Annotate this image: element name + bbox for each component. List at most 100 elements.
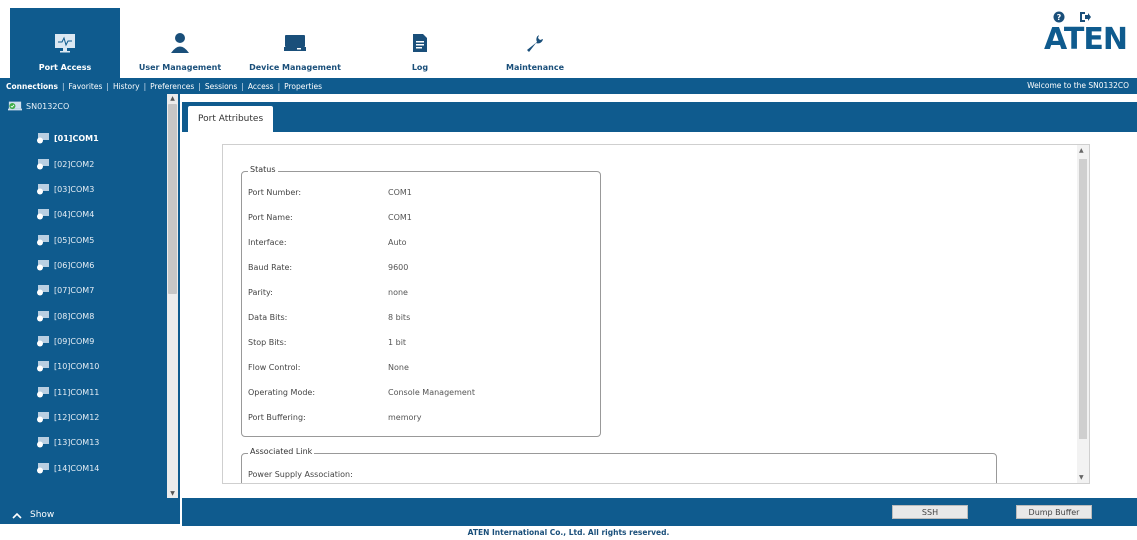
subnav-preferences[interactable]: Preferences xyxy=(150,82,194,91)
tree-port-label: [04]COM4 xyxy=(54,209,95,219)
tree-port-11[interactable]: [11]COM11 xyxy=(36,386,99,398)
show-label: Show xyxy=(30,510,55,520)
status-group: Status Port Number: COM1 Port Name: COM1 I… xyxy=(241,165,601,437)
tree-port-08[interactable]: [08]COM8 xyxy=(36,310,94,322)
serial-port-icon xyxy=(37,412,49,423)
tree-port-14[interactable]: [14]COM14 xyxy=(36,462,99,474)
status-legend: Status xyxy=(248,165,278,174)
ssh-button[interactable]: SSH xyxy=(892,505,968,519)
tree-root-device[interactable]: SN0132CO xyxy=(8,100,69,112)
serial-port-icon xyxy=(37,159,49,170)
footer-copyright: ATEN International Co., Ltd. All rights … xyxy=(0,526,1137,540)
nav-user-management[interactable]: User Management xyxy=(130,8,230,78)
logout-icon[interactable] xyxy=(1079,8,1091,22)
tab-strip: Port Attributes xyxy=(182,102,1137,132)
scroll-down-icon[interactable]: ▼ xyxy=(169,490,176,497)
tree-root-label: SN0132CO xyxy=(26,101,70,111)
serial-port-icon xyxy=(37,361,49,372)
nav-maintenance[interactable]: Maintenance xyxy=(490,8,580,78)
tree-port-label: [12]COM12 xyxy=(54,412,100,422)
status-row: Port Buffering: memory xyxy=(248,413,422,422)
tree-port-10[interactable]: [10]COM10 xyxy=(36,360,99,372)
svg-text:?: ? xyxy=(1057,13,1062,22)
scroll-down-icon[interactable]: ▼ xyxy=(1079,474,1084,481)
status-row: Data Bits: 8 bits xyxy=(248,313,411,322)
nav-label: Port Access xyxy=(38,63,92,72)
serial-port-icon xyxy=(37,133,49,144)
tree-port-05[interactable]: [05]COM5 xyxy=(36,234,94,246)
status-row: Baud Rate: 9600 xyxy=(248,263,409,272)
sidebar-scrollbar[interactable]: ▲ ▼ xyxy=(167,94,178,498)
subnav-history[interactable]: History xyxy=(113,82,140,91)
serial-port-icon xyxy=(37,285,49,296)
scroll-up-icon[interactable]: ▲ xyxy=(1079,147,1084,154)
top-icons: ? xyxy=(1053,8,1091,23)
tree-port-label: [01]COM1 xyxy=(54,133,99,143)
tree-port-label: [11]COM11 xyxy=(54,387,100,397)
panel-scroll-thumb[interactable] xyxy=(1079,159,1087,439)
tree-port-label: [08]COM8 xyxy=(54,311,95,321)
nav-label: Maintenance xyxy=(505,63,564,72)
user-icon xyxy=(168,31,192,55)
serial-port-icon xyxy=(37,209,49,220)
sidebar: SN0132CO [01]COM1 [02]COM2 [03]COM3 [04]… xyxy=(0,94,180,524)
tree-port-12[interactable]: [12]COM12 xyxy=(36,411,99,423)
wrench-icon xyxy=(523,31,547,55)
status-row: Parity: none xyxy=(248,288,408,297)
tree-port-09[interactable]: [09]COM9 xyxy=(36,335,94,347)
tree-port-03[interactable]: [03]COM3 xyxy=(36,183,94,195)
serial-port-icon xyxy=(37,463,49,474)
associated-link-group: Associated Link Power Supply Association… xyxy=(241,447,997,483)
help-icon[interactable]: ? xyxy=(1053,8,1065,23)
tree-port-06[interactable]: [06]COM6 xyxy=(36,259,94,271)
serial-port-icon xyxy=(37,184,49,195)
tree-port-label: [07]COM7 xyxy=(54,285,95,295)
tree-port-02[interactable]: [02]COM2 xyxy=(36,158,94,170)
status-row: Flow Control: None xyxy=(248,363,409,372)
tree-port-01[interactable]: [01]COM1 xyxy=(36,132,99,144)
monitor-icon xyxy=(53,31,77,55)
nav-log[interactable]: Log xyxy=(380,8,460,78)
tab-port-attributes[interactable]: Port Attributes xyxy=(188,106,274,132)
serial-port-icon xyxy=(37,260,49,271)
nav-device-management[interactable]: Device Management xyxy=(240,8,350,78)
aten-logo: ATEN xyxy=(1044,22,1128,57)
status-row: Port Number: COM1 xyxy=(248,188,412,197)
serial-port-icon xyxy=(37,336,49,347)
panel-scrollbar[interactable]: ▲ ▼ xyxy=(1077,145,1089,483)
tree-port-label: [06]COM6 xyxy=(54,260,95,270)
status-row: Operating Mode: Console Management xyxy=(248,388,475,397)
serial-port-icon xyxy=(37,311,49,322)
tree-port-07[interactable]: [07]COM7 xyxy=(36,284,94,296)
show-toggle[interactable]: Show xyxy=(0,506,180,524)
welcome-text: Welcome to the SN0132CO xyxy=(1027,81,1129,90)
subnav-favorites[interactable]: Favorites xyxy=(69,82,103,91)
nav-port-access[interactable]: Port Access xyxy=(10,8,120,78)
tree-port-04[interactable]: [04]COM4 xyxy=(36,208,94,220)
tree-port-label: [14]COM14 xyxy=(54,463,100,473)
port-tree: SN0132CO [01]COM1 [02]COM2 [03]COM3 [04]… xyxy=(0,94,166,494)
subnav-properties[interactable]: Properties xyxy=(284,82,322,91)
tree-port-label: [10]COM10 xyxy=(54,361,100,371)
tree-port-13[interactable]: [13]COM13 xyxy=(36,436,99,448)
tree-port-label: [09]COM9 xyxy=(54,336,95,346)
assoc-legend: Associated Link xyxy=(248,447,315,456)
action-bar: SSH Dump Buffer xyxy=(182,498,1137,526)
assoc-row: Power Supply Association: xyxy=(248,470,353,479)
subnav-connections[interactable]: Connections xyxy=(6,82,58,91)
subnav-access[interactable]: Access xyxy=(248,82,274,91)
nav-label: User Management xyxy=(138,63,222,72)
status-row: Stop Bits: 1 bit xyxy=(248,338,407,347)
scroll-up-icon[interactable]: ▲ xyxy=(169,95,176,102)
serial-port-icon xyxy=(37,235,49,246)
device-icon xyxy=(283,31,307,55)
dump-buffer-button[interactable]: Dump Buffer xyxy=(1016,505,1092,519)
chevron-up-icon xyxy=(12,512,22,519)
status-row: Port Name: COM1 xyxy=(248,213,412,222)
status-row: Interface: Auto xyxy=(248,238,407,247)
subnav-sessions[interactable]: Sessions xyxy=(205,82,238,91)
nav-label: Device Management xyxy=(249,63,341,72)
serial-port-icon xyxy=(37,387,49,398)
sub-navigation: Connections | Favorites | History | Pref… xyxy=(0,78,1137,94)
sidebar-scroll-thumb[interactable] xyxy=(168,104,177,294)
